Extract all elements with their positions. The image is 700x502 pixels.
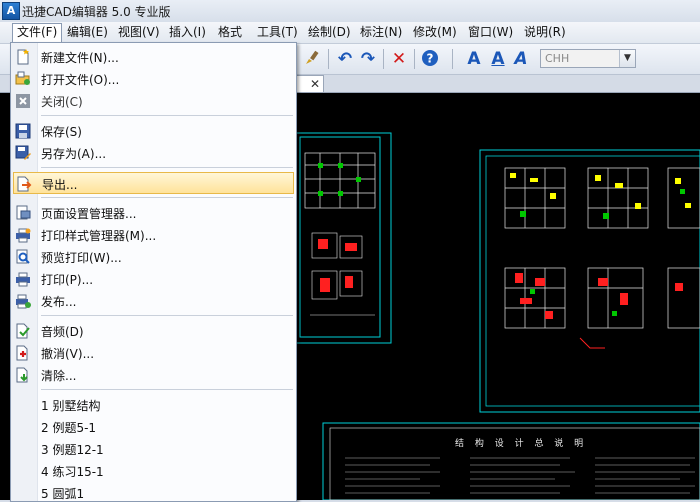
menu-item-label: 导出... xyxy=(42,178,78,192)
chevron-down-icon[interactable]: ▼ xyxy=(619,50,635,67)
print-style-icon xyxy=(15,227,31,243)
sheet-frame-right xyxy=(479,149,700,413)
recent-file-label: 5 圆弧1 xyxy=(41,487,85,501)
purge-icon xyxy=(15,367,31,383)
svg-text:?: ? xyxy=(427,52,434,66)
window-title: 迅捷CAD编辑器 5.0 专业版 xyxy=(22,5,171,19)
printer-icon xyxy=(15,271,31,287)
menu-item-label: 撤消(V)... xyxy=(41,347,95,361)
menu-item-new-file[interactable]: 新建文件(N)... xyxy=(13,46,294,68)
menu-item-label: 保存(S) xyxy=(41,125,82,139)
text-underline-icon[interactable]: A xyxy=(488,49,508,69)
menu-bar: 文件(F) 编辑(E) 视图(V) 插入(I) 格式 工具(T) 绘制(D) 标… xyxy=(0,22,700,44)
font-select-value: CHH xyxy=(545,52,570,65)
menu-item-label: 页面设置管理器... xyxy=(41,207,137,221)
font-select[interactable]: CHH ▼ xyxy=(540,49,636,68)
file-menu-dropdown: 新建文件(N)... 打开文件(O)... 关闭(C) 保存(S) 另存为(A)… xyxy=(10,42,297,502)
menu-format[interactable]: 格式 xyxy=(214,24,246,41)
recent-file-2[interactable]: 2 例题5-1 xyxy=(13,416,294,438)
menu-item-publish[interactable]: 发布... xyxy=(13,290,294,312)
undo-document-icon xyxy=(15,345,31,361)
recent-file-1[interactable]: 1 别墅结构 xyxy=(13,394,294,416)
menu-item-label: 发布... xyxy=(41,295,77,309)
menu-edit[interactable]: 编辑(E) xyxy=(63,24,112,41)
menu-item-audit[interactable]: 音频(D) xyxy=(13,320,294,342)
help-icon[interactable]: ? xyxy=(420,49,440,69)
menu-dimension[interactable]: 标注(N) xyxy=(356,24,406,41)
sheet-frame-bottom xyxy=(322,422,700,500)
menu-item-save-as[interactable]: 另存为(A)... xyxy=(13,142,294,164)
export-icon xyxy=(16,176,32,192)
menu-item-label: 新建文件(N)... xyxy=(41,51,119,65)
app-logo-icon: A xyxy=(2,2,20,20)
menu-item-open-file[interactable]: 打开文件(O)... xyxy=(13,68,294,90)
menu-item-page-setup[interactable]: 页面设置管理器... xyxy=(13,202,294,224)
menu-item-purge[interactable]: 清除... xyxy=(13,364,294,386)
undo-icon[interactable]: ↶ xyxy=(335,49,355,69)
page-setup-icon xyxy=(15,205,31,221)
redo-icon[interactable]: ↷ xyxy=(358,49,378,69)
menu-item-print-preview[interactable]: 预览打印(W)... xyxy=(13,246,294,268)
recent-file-3[interactable]: 3 例题12-1 xyxy=(13,438,294,460)
menu-item-label: 另存为(A)... xyxy=(41,147,107,161)
recent-file-label: 2 例题5-1 xyxy=(41,421,97,435)
drawing-heading: 结 构 设 计 总 说 明 xyxy=(455,437,587,449)
menu-insert[interactable]: 插入(I) xyxy=(165,24,210,41)
menu-draw[interactable]: 绘制(D) xyxy=(304,24,355,41)
menu-modify[interactable]: 修改(M) xyxy=(409,24,461,41)
close-tab-icon[interactable]: ✕ xyxy=(310,76,320,92)
sheet-frame-left xyxy=(295,132,392,344)
menu-view[interactable]: 视图(V) xyxy=(114,24,164,41)
menu-item-recover[interactable]: 撤消(V)... xyxy=(13,342,294,364)
delete-icon[interactable]: ✕ xyxy=(389,49,409,69)
menu-item-label: 打印样式管理器(M)... xyxy=(41,229,157,243)
menu-help[interactable]: 说明(R) xyxy=(520,24,570,41)
save-icon xyxy=(15,123,31,139)
menu-item-print[interactable]: 打印(P)... xyxy=(13,268,294,290)
recent-file-4[interactable]: 4 练习15-1 xyxy=(13,460,294,482)
menu-tools[interactable]: 工具(T) xyxy=(253,24,302,41)
print-preview-icon xyxy=(15,249,31,265)
menu-item-label: 关闭(C) xyxy=(41,95,83,109)
menu-window[interactable]: 窗口(W) xyxy=(464,24,517,41)
brush-icon[interactable] xyxy=(302,49,322,69)
text-style-icon[interactable]: A xyxy=(464,49,484,69)
menu-item-label: 打印(P)... xyxy=(41,273,94,287)
title-bar: A 迅捷CAD编辑器 5.0 专业版 xyxy=(0,0,700,23)
recent-file-label: 1 别墅结构 xyxy=(41,399,101,413)
recent-file-5[interactable]: 5 圆弧1 xyxy=(13,482,294,501)
menu-item-label: 预览打印(W)... xyxy=(41,251,122,265)
save-as-icon xyxy=(15,145,31,161)
menu-item-label: 音频(D) xyxy=(41,325,84,339)
close-icon xyxy=(15,93,31,109)
menu-item-export[interactable]: 导出... xyxy=(13,172,294,194)
menu-file[interactable]: 文件(F) xyxy=(12,23,63,43)
menu-item-save[interactable]: 保存(S) xyxy=(13,120,294,142)
new-file-icon xyxy=(15,49,31,65)
menu-item-label: 打开文件(O)... xyxy=(41,73,120,87)
menu-item-print-style[interactable]: 打印样式管理器(M)... xyxy=(13,224,294,246)
open-folder-icon xyxy=(15,71,31,87)
text-edit-icon[interactable]: A xyxy=(511,49,531,69)
recent-file-label: 3 例题12-1 xyxy=(41,443,104,457)
menu-item-close[interactable]: 关闭(C) xyxy=(13,90,294,112)
menu-item-label: 清除... xyxy=(41,369,77,383)
recent-file-label: 4 练习15-1 xyxy=(41,465,104,479)
audio-icon xyxy=(15,323,31,339)
publish-icon xyxy=(15,293,31,309)
